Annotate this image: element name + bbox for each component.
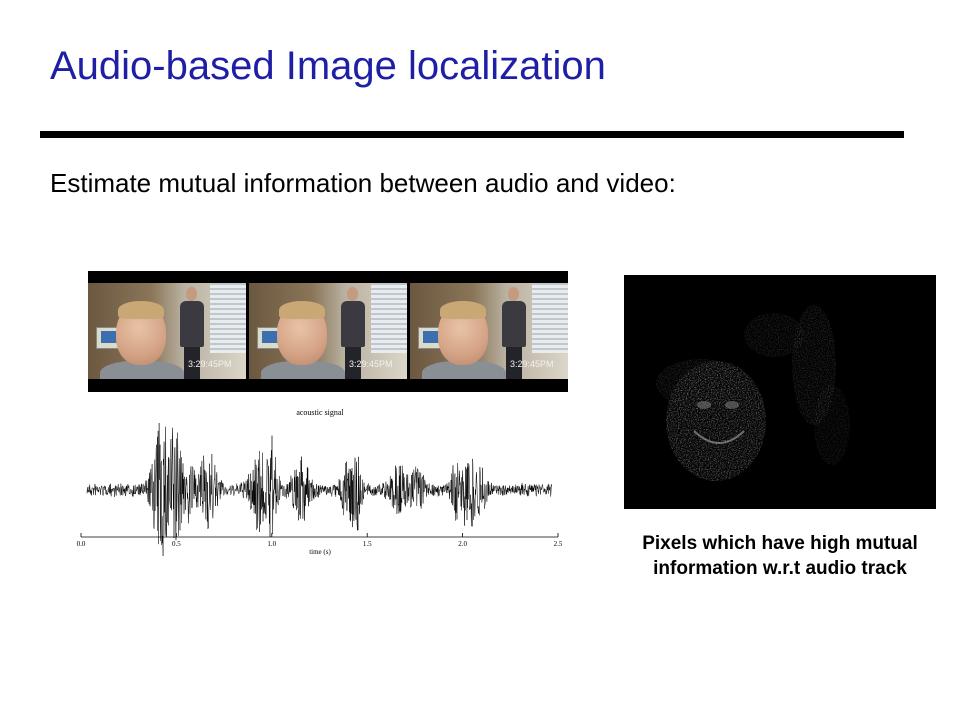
slide-subtitle: Estimate mutual information between audi… [50, 168, 676, 198]
video-frame-2: 3:29:45PM [249, 283, 407, 379]
video-frame-1: 3:29:45PM [88, 283, 246, 379]
frame-timestamp: 3:29:45PM [510, 359, 554, 369]
acoustic-signal-plot: acoustic signal 0.0 0.5 1.0 1.5 2.0 2.5 time … [70, 406, 570, 556]
waveform-title: acoustic signal [296, 408, 344, 417]
acoustic-signal-svg: acoustic signal 0.0 0.5 1.0 1.5 2.0 2.5 time … [77, 408, 563, 556]
waveform-x-label: time (s) [309, 548, 331, 556]
x-tick-label: 0.0 [77, 540, 86, 548]
waveform-line [86, 422, 552, 556]
waveform-ticks: 0.0 0.5 1.0 1.5 2.0 2.5 [77, 533, 563, 548]
x-tick-label: 2.5 [554, 540, 563, 548]
frame-timestamp: 3:29:45PM [188, 359, 232, 369]
x-tick-label: 0.5 [172, 540, 181, 548]
mi-map-caption: Pixels which have high mutual informatio… [642, 533, 918, 580]
title-divider [40, 131, 904, 138]
waveform-trace [86, 422, 552, 556]
x-tick-label: 2.0 [458, 540, 467, 548]
x-tick-label: 1.5 [363, 540, 372, 548]
mi-map-svg [624, 275, 936, 509]
slide-title: Audio-based Image localization [50, 44, 606, 88]
video-filmstrip: 3:29:45PM 3:29:45PM 3:29:45PM [88, 271, 568, 392]
mutual-information-map [624, 275, 936, 509]
frame-timestamp: 3:29:45PM [349, 359, 393, 369]
video-frame-3: 3:29:45PM [410, 283, 568, 379]
x-tick-label: 1.0 [267, 540, 276, 548]
